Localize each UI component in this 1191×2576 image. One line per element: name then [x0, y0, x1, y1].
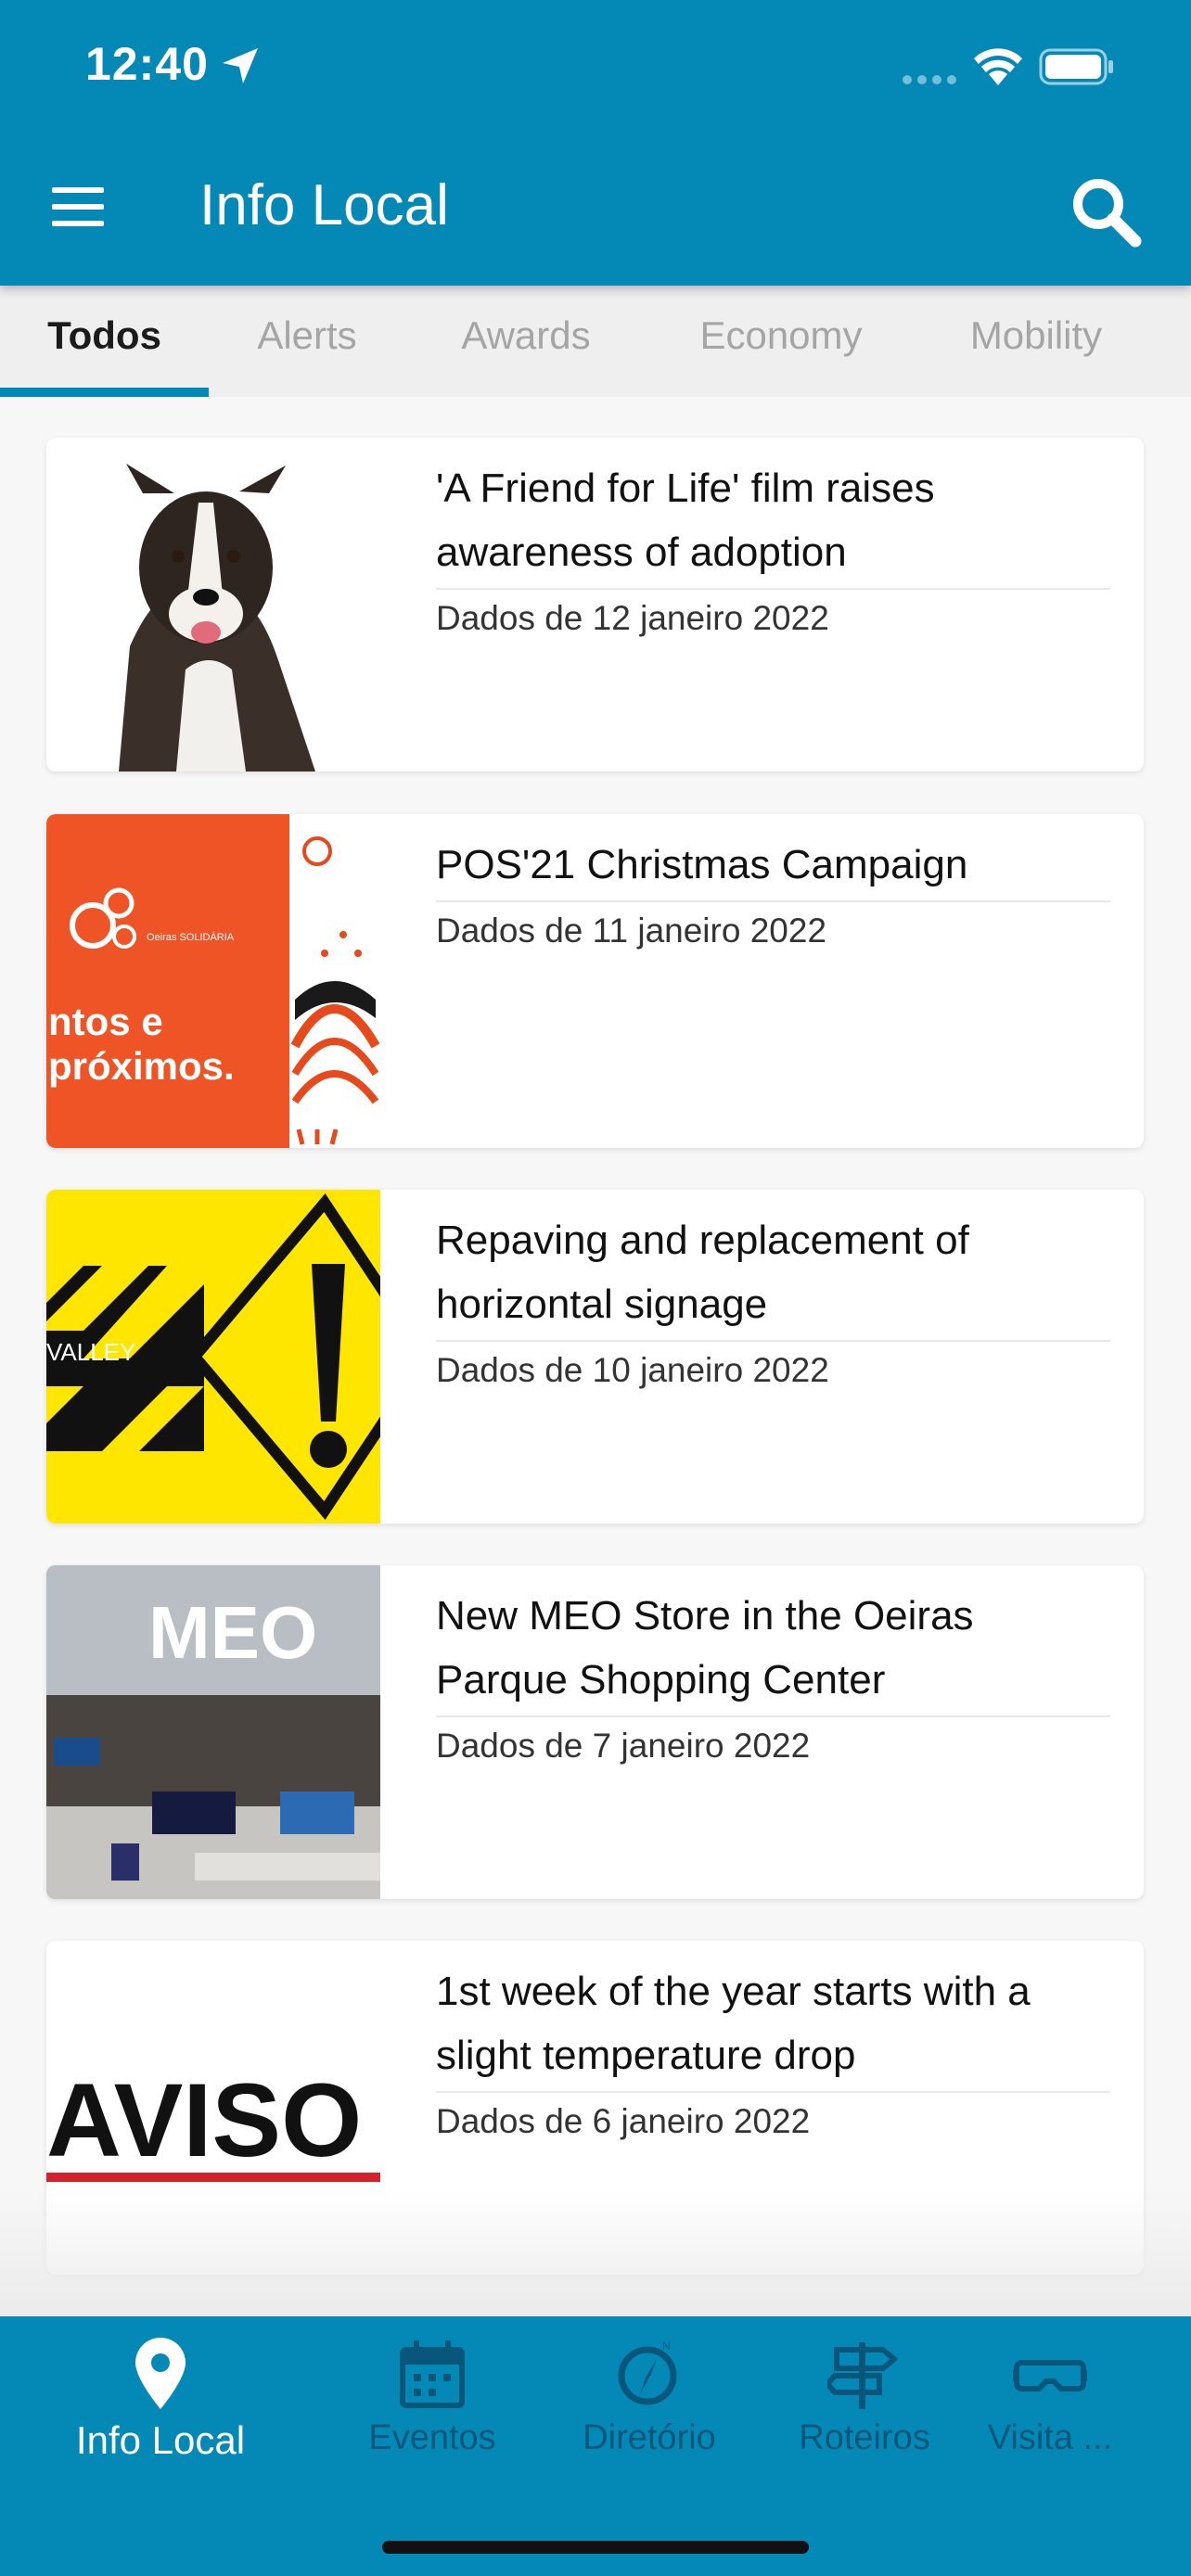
nav-visita[interactable]: Visita ... — [939, 2337, 1161, 2458]
aviso-thumbnail: AVISO — [46, 1941, 380, 2275]
location-arrow-icon — [223, 48, 258, 83]
road-sign-thumbnail: VALLEY — [46, 1190, 380, 1524]
news-card[interactable]: AVISO 1st week of the year starts with a… — [46, 1941, 1144, 2275]
tab-todos[interactable]: Todos — [0, 286, 209, 397]
christmas-campaign-thumbnail: ntos e próximos. Oeiras SOLIDÁRIA — [46, 814, 380, 1148]
nav-info-local[interactable]: Info Local — [49, 2337, 272, 2463]
article-date: Dados de 10 janeiro 2022 — [436, 1351, 829, 1389]
vr-headset-icon — [1013, 2360, 1087, 2391]
wifi-icon — [974, 48, 1022, 85]
app-header: 12:40 Info Local — [0, 0, 1191, 286]
thumbnail-text: próximos. — [48, 1044, 235, 1088]
nav-label: Diretório — [583, 2418, 716, 2457]
thumbnail-text: ntos e — [48, 1000, 163, 1043]
nav-eventos[interactable]: Eventos — [321, 2337, 544, 2458]
article-date: Dados de 7 janeiro 2022 — [436, 1727, 811, 1765]
category-tabs: Todos Alerts Awards Economy Mobility — [0, 286, 1191, 397]
thumbnail-text: MEO — [148, 1591, 317, 1674]
nav-label: Visita ... — [987, 2418, 1113, 2457]
article-title: 1st week of the year starts with a sligh… — [436, 1959, 1110, 2093]
search-icon[interactable] — [1069, 174, 1143, 249]
bottom-navigation: Info Local Eventos N Diretório Roteiros … — [0, 2316, 1191, 2576]
thumbnail-text: VALLEY — [46, 1338, 135, 1366]
article-title: 'A Friend for Life' film raises awarenes… — [436, 456, 1110, 590]
signpost-icon — [827, 2342, 899, 2409]
page-title: Info Local — [199, 173, 449, 237]
thumbnail-logo-text: Oeiras SOLIDÁRIA — [147, 931, 235, 943]
compass-icon: N — [618, 2340, 677, 2405]
map-pin-icon — [135, 2338, 186, 2409]
tab-alerts[interactable]: Alerts — [209, 286, 405, 397]
nav-diretorio[interactable]: N Diretório — [538, 2337, 761, 2458]
calendar-icon — [400, 2340, 465, 2408]
tab-awards[interactable]: Awards — [405, 286, 647, 397]
article-title: New MEO Store in the Oeiras Parque Shopp… — [436, 1584, 1110, 1717]
news-card[interactable]: VALLEY Repaving and replacement of horiz… — [46, 1190, 1144, 1524]
meo-store-thumbnail: MEO — [46, 1565, 380, 1899]
article-title: POS'21 Christmas Campaign — [436, 833, 1110, 902]
thumbnail-text: AVISO — [46, 2062, 362, 2178]
nav-label: Info Local — [75, 2418, 246, 2462]
news-card[interactable]: ntos e próximos. Oeiras SOLIDÁRIA POS'21… — [46, 814, 1144, 1148]
menu-icon[interactable] — [52, 187, 104, 226]
article-date: Dados de 6 janeiro 2022 — [436, 2102, 811, 2140]
dog-thumbnail — [46, 438, 380, 772]
nav-label: Eventos — [368, 2418, 496, 2457]
tab-economy[interactable]: Economy — [647, 286, 916, 397]
tab-mobility[interactable]: Mobility — [916, 286, 1157, 397]
active-tab-indicator — [0, 388, 209, 397]
article-title: Repaving and replacement of horizontal s… — [436, 1208, 1110, 1342]
home-indicator — [382, 2541, 809, 2554]
status-time: 12:40 — [85, 38, 209, 90]
article-date: Dados de 12 janeiro 2022 — [436, 599, 829, 637]
svg-text:N: N — [662, 2340, 671, 2353]
battery-icon — [1039, 48, 1113, 85]
news-card[interactable]: MEO New MEO Store in the Oeiras Parque S… — [46, 1565, 1144, 1899]
news-card[interactable]: 'A Friend for Life' film raises awarenes… — [46, 438, 1144, 772]
article-date: Dados de 11 janeiro 2022 — [436, 912, 827, 950]
cellular-signal-icon — [903, 75, 956, 84]
